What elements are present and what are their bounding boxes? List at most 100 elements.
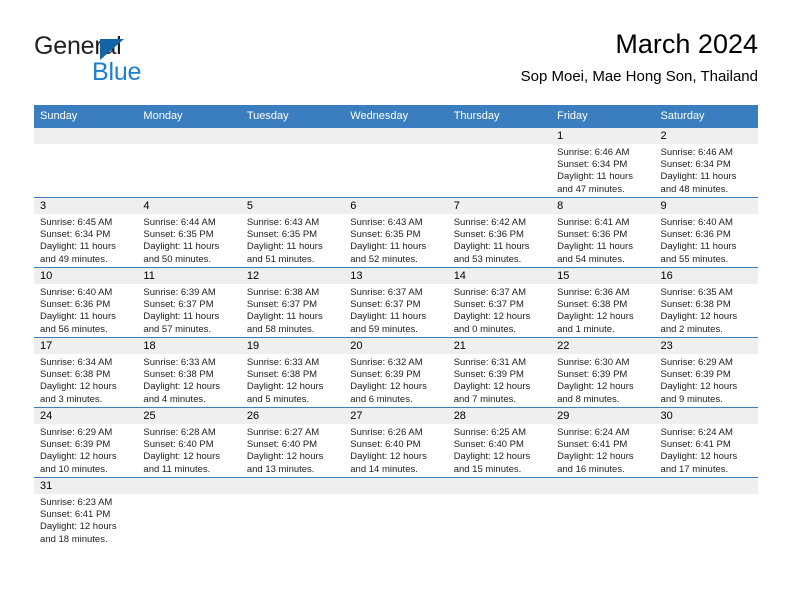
weekday-header-thursday: Thursday [447,105,552,127]
day-detail-daylight-2: and 52 minutes. [350,253,418,265]
day-number: 31 [34,477,138,494]
day-detail-daylight-1: Daylight: 11 hours [350,311,427,323]
calendar-cell-day[interactable]: 27 Sunrise: 6:26 AM Sunset: 6:40 PM Dayligh… [344,407,448,477]
calendar-cell-day[interactable]: 25 Sunrise: 6:28 AM Sunset: 6:40 PM Dayligh… [137,407,241,477]
calendar-cell-day[interactable]: 14 Sunrise: 6:37 AM Sunset: 6:37 PM Dayligh… [447,267,552,337]
calendar-cell-empty [447,477,552,563]
calendar-cell-day[interactable]: 4 Sunrise: 6:44 AM Sunset: 6:35 PM Daylight… [137,197,241,267]
day-detail-sunrise: Sunrise: 6:25 AM [453,427,527,438]
day-detail-daylight-1: Daylight: 12 hours [557,451,634,463]
day-detail-sunrise: Sunrise: 6:29 AM [660,357,733,368]
day-detail-sunset: Sunset: 6:39 PM [660,369,731,381]
day-detail-daylight-2: and 50 minutes. [143,253,212,265]
calendar-cell-day[interactable]: 3 Sunrise: 6:45 AM Sunset: 6:34 PM Daylight… [34,197,138,267]
calendar-cell-day[interactable]: 17 Sunrise: 6:34 AM Sunset: 6:38 PM Dayligh… [34,337,138,407]
day-detail-daylight-2: and 51 minutes. [246,253,315,265]
calendar-cell-inner: 13 Sunrise: 6:37 AM Sunset: 6:37 PM Dayligh… [344,267,448,337]
day-details: Sunrise: 6:38 AM Sunset: 6:37 PM Daylight:… [241,284,344,336]
day-detail-daylight-1: Daylight: 12 hours [453,381,531,393]
day-detail-daylight-2: and 11 minutes. [143,463,211,475]
day-detail-daylight-2: and 55 minutes. [660,253,729,265]
day-detail-daylight-1: Daylight: 11 hours [143,241,220,253]
calendar-cell-day[interactable]: 24 Sunrise: 6:29 AM Sunset: 6:39 PM Dayligh… [34,407,138,477]
page-title: March 2024 [615,29,758,59]
calendar-cell-day[interactable]: 29 Sunrise: 6:24 AM Sunset: 6:41 PM Dayligh… [551,407,655,477]
calendar-cell-day[interactable]: 30 Sunrise: 6:24 AM Sunset: 6:41 PM Dayligh… [654,407,758,477]
calendar-cell-day[interactable]: 19 Sunrise: 6:33 AM Sunset: 6:38 PM Dayligh… [240,337,345,407]
calendar-cell-inner: 16 Sunrise: 6:35 AM Sunset: 6:38 PM Dayligh… [654,267,758,337]
calendar-cell-day[interactable]: 31 Sunrise: 6:23 AM Sunset: 6:41 PM Dayligh… [34,477,138,563]
calendar-cell-inner: 11 Sunrise: 6:39 AM Sunset: 6:37 PM Dayligh… [137,267,241,337]
calendar-cell-day[interactable]: 28 Sunrise: 6:25 AM Sunset: 6:40 PM Dayligh… [447,407,552,477]
day-number: 1 [551,127,655,144]
calendar-cell-day[interactable]: 1 Sunrise: 6:46 AM Sunset: 6:34 PM Daylight… [551,127,655,197]
calendar-cell-day[interactable]: 9 Sunrise: 6:40 AM Sunset: 6:36 PM Daylight… [654,197,758,267]
calendar-cell-day[interactable]: 16 Sunrise: 6:35 AM Sunset: 6:38 PM Dayligh… [654,267,758,337]
general-blue-logo[interactable]: General Blue [34,32,234,90]
calendar-cell-day[interactable]: 5 Sunrise: 6:43 AM Sunset: 6:35 PM Daylight… [240,197,345,267]
day-detail-daylight-1: Daylight: 12 hours [40,381,117,393]
calendar-cell-inner: 9 Sunrise: 6:40 AM Sunset: 6:36 PM Daylight… [654,197,758,267]
day-detail-sunrise: Sunrise: 6:41 AM [557,217,630,228]
calendar-cell-day[interactable]: 13 Sunrise: 6:37 AM Sunset: 6:37 PM Dayligh… [344,267,448,337]
day-detail-daylight-1: Daylight: 12 hours [40,451,117,463]
page-subtitle: Sop Moei, Mae Hong Son, Thailand [520,68,758,85]
day-detail-daylight-1: Daylight: 12 hours [246,381,324,393]
day-detail-sunset: Sunset: 6:38 PM [660,299,731,311]
day-number: 8 [551,197,655,214]
calendar-cell-inner: 10 Sunrise: 6:40 AM Sunset: 6:36 PM Dayligh… [34,267,138,337]
day-detail-sunset: Sunset: 6:38 PM [143,369,214,381]
calendar-cell-day[interactable]: 11 Sunrise: 6:39 AM Sunset: 6:37 PM Dayligh… [137,267,241,337]
day-detail-daylight-2: and 53 minutes. [453,253,522,265]
day-detail-daylight-1: Daylight: 12 hours [246,451,324,463]
day-detail-daylight-2: and 57 minutes. [143,323,212,335]
day-details: Sunrise: 6:37 AM Sunset: 6:37 PM Daylight:… [344,284,447,336]
day-detail-sunset: Sunset: 6:37 PM [453,299,524,311]
calendar-cell-inner [654,477,758,563]
day-number: 6 [344,197,448,214]
calendar-cell-inner [240,127,345,197]
calendar-cell-day[interactable]: 10 Sunrise: 6:40 AM Sunset: 6:36 PM Dayligh… [34,267,138,337]
day-detail-daylight-2: and 49 minutes. [40,253,108,265]
calendar-cell-day[interactable]: 26 Sunrise: 6:27 AM Sunset: 6:40 PM Dayligh… [240,407,345,477]
calendar-cell-empty [447,127,552,197]
calendar-cell-inner: 19 Sunrise: 6:33 AM Sunset: 6:38 PM Dayligh… [240,337,345,407]
day-detail-sunset: Sunset: 6:40 PM [350,439,421,451]
day-detail-sunrise: Sunrise: 6:39 AM [143,287,216,298]
day-detail-daylight-2: and 4 minutes. [143,393,206,405]
calendar-cell-day[interactable]: 20 Sunrise: 6:32 AM Sunset: 6:39 PM Dayligh… [344,337,448,407]
calendar-cell-inner: 21 Sunrise: 6:31 AM Sunset: 6:39 PM Dayligh… [447,337,552,407]
day-details: Sunrise: 6:44 AM Sunset: 6:35 PM Daylight:… [137,214,240,266]
day-detail-daylight-1: Daylight: 12 hours [660,381,738,393]
calendar-cell-inner [344,477,448,563]
calendar-cell-day[interactable]: 18 Sunrise: 6:33 AM Sunset: 6:38 PM Dayligh… [137,337,241,407]
day-details: Sunrise: 6:23 AM Sunset: 6:41 PM Daylight:… [34,494,137,546]
day-number: 22 [551,337,655,354]
day-detail-sunset: Sunset: 6:37 PM [350,299,421,311]
day-number: 30 [654,407,758,424]
calendar-cell-day[interactable]: 2 Sunrise: 6:46 AM Sunset: 6:34 PM Daylight… [654,127,758,197]
calendar-cell-day[interactable]: 7 Sunrise: 6:42 AM Sunset: 6:36 PM Daylight… [447,197,552,267]
calendar-cell-empty [34,127,138,197]
calendar-cell-inner: 15 Sunrise: 6:36 AM Sunset: 6:38 PM Dayligh… [551,267,655,337]
calendar-cell-day[interactable]: 6 Sunrise: 6:43 AM Sunset: 6:35 PM Daylight… [344,197,448,267]
day-details: Sunrise: 6:40 AM Sunset: 6:36 PM Daylight:… [34,284,137,336]
calendar-cell-day[interactable]: 12 Sunrise: 6:38 AM Sunset: 6:37 PM Dayligh… [240,267,345,337]
calendar-cell-day[interactable]: 21 Sunrise: 6:31 AM Sunset: 6:39 PM Dayligh… [447,337,552,407]
calendar-cell-day[interactable]: 15 Sunrise: 6:36 AM Sunset: 6:38 PM Dayligh… [551,267,655,337]
day-details: Sunrise: 6:29 AM Sunset: 6:39 PM Daylight:… [655,354,758,406]
day-detail-sunset: Sunset: 6:40 PM [143,439,214,451]
calendar-grid: Sunday Monday Tuesday Wednesday Thursday Frid… [34,105,758,563]
day-detail-daylight-2: and 1 minute. [557,323,615,335]
calendar-cell-day[interactable]: 8 Sunrise: 6:41 AM Sunset: 6:36 PM Daylight… [551,197,655,267]
calendar-cell-empty [344,127,448,197]
day-detail-sunrise: Sunrise: 6:33 AM [143,357,216,368]
day-details: Sunrise: 6:30 AM Sunset: 6:39 PM Daylight:… [551,354,654,406]
day-detail-daylight-1: Daylight: 12 hours [40,521,117,533]
calendar-cell-inner [137,477,241,563]
day-detail-daylight-1: Daylight: 11 hours [246,241,323,253]
calendar-cell-inner [551,477,655,563]
calendar-cell-day[interactable]: 22 Sunrise: 6:30 AM Sunset: 6:39 PM Dayligh… [551,337,655,407]
calendar-cell-day[interactable]: 23 Sunrise: 6:29 AM Sunset: 6:39 PM Dayligh… [654,337,758,407]
day-detail-daylight-2: and 47 minutes. [557,183,625,195]
